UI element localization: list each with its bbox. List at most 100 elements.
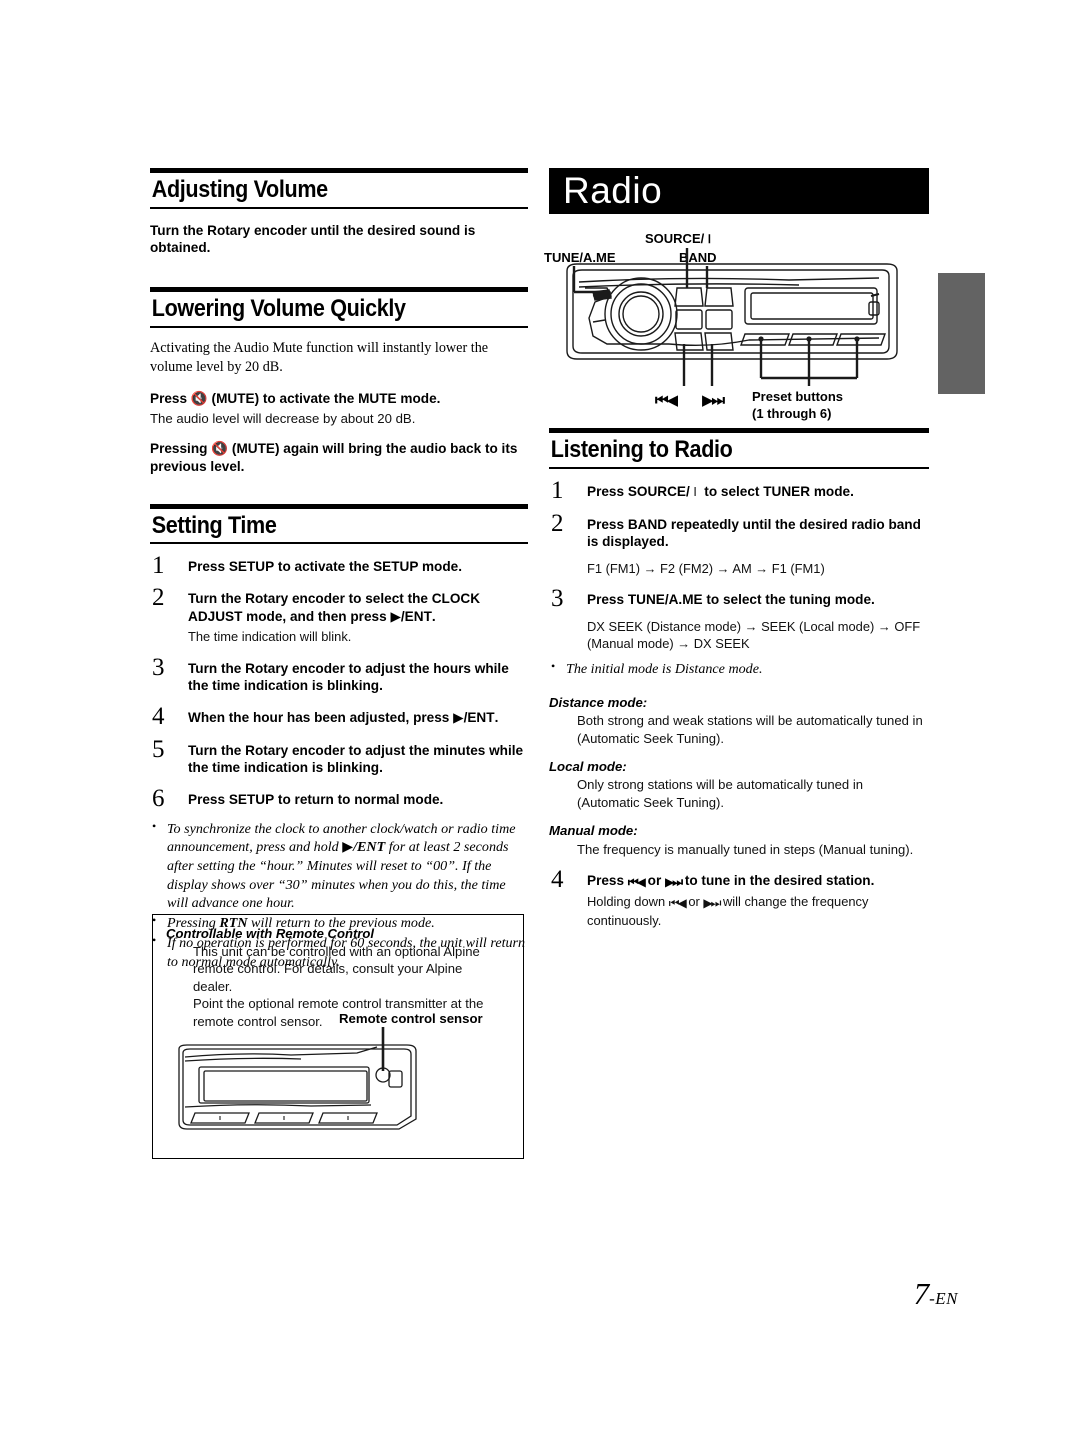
step-text-pre: Press bbox=[188, 559, 229, 575]
remote-box-body-1: This unit can be controlled with an opti… bbox=[193, 944, 480, 994]
step-heading: Press BAND repeatedly until the desired … bbox=[587, 516, 929, 551]
remote-sensor-label: Remote control sensor bbox=[339, 1011, 483, 1026]
heading-text: Lowering Volume Quickly bbox=[151, 294, 406, 322]
step-number: 1 bbox=[152, 552, 165, 580]
step-text-pre: Press bbox=[587, 873, 628, 889]
step-text-pre: Press bbox=[587, 483, 628, 499]
press-again-prefix: Pressing bbox=[150, 440, 212, 456]
step-text-post: to activate the SETUP mode. bbox=[274, 559, 462, 575]
thumb-index-tab bbox=[938, 273, 985, 394]
play-pause-icon: ▶ bbox=[390, 608, 401, 625]
step-item: 6 Press SETUP to return to normal mode. bbox=[150, 786, 528, 811]
step-text-post-2: . bbox=[431, 608, 436, 624]
step-text-post: to select the tuning mode. bbox=[702, 592, 875, 608]
manual-page: Adjusting Volume Turn the Rotary encoder… bbox=[0, 0, 1080, 1445]
next-track-icon: ▶⏭ bbox=[703, 895, 721, 910]
press-mute-again-instruction: Pressing 🔇 (MUTE) again will bring the a… bbox=[150, 440, 528, 476]
step-heading: Press SETUP to activate the SETUP mode. bbox=[188, 558, 528, 576]
left-column: Adjusting Volume Turn the Rotary encoder… bbox=[150, 168, 528, 987]
step-text-pre: Press bbox=[188, 791, 229, 807]
step-keyword: BAND bbox=[627, 516, 668, 532]
mode-body: Both strong and weak stations will be au… bbox=[577, 713, 923, 746]
step-heading: Press TUNE/A.ME to select the tuning mod… bbox=[587, 591, 929, 609]
lowering-volume-intro: Activating the Audio Mute function will … bbox=[150, 339, 489, 375]
heading-text: Listening to Radio bbox=[550, 436, 733, 463]
step-keyword: SOURCE/ bbox=[627, 483, 690, 499]
step-number: 4 bbox=[152, 702, 165, 730]
step-item: 2 Turn the Rotary encoder to select the … bbox=[150, 585, 528, 645]
step-text-post: to return to normal mode. bbox=[274, 791, 444, 807]
step-text-pre: Turn the bbox=[188, 742, 246, 758]
page-number-value: 7 bbox=[913, 1276, 930, 1311]
heading-text: Setting Time bbox=[151, 511, 277, 539]
step-item: 4 Press ⏮◀ or ▶⏭ to tune in the desired … bbox=[549, 867, 929, 928]
step-text-pre: When the hour has been adjusted, press bbox=[188, 709, 454, 725]
play-pause-icon: ▶ bbox=[453, 709, 464, 726]
sub-text-mid: or bbox=[684, 893, 704, 909]
mode-title: Distance mode: bbox=[549, 694, 648, 710]
step-text-pre: Turn the bbox=[188, 591, 246, 607]
step-heading: When the hour has been adjusted, press ▶… bbox=[188, 709, 528, 728]
section-heading-setting-time: Setting Time bbox=[150, 503, 528, 545]
step-text-pre: Press bbox=[587, 592, 628, 608]
step-number: 1 bbox=[551, 476, 564, 504]
step-keyword: TUNE/A.ME bbox=[627, 592, 703, 608]
step-item: 3 Turn the Rotary encoder to adjust the … bbox=[150, 655, 528, 695]
step-number: 3 bbox=[551, 585, 564, 613]
prev-track-icon: ⏮◀ bbox=[627, 875, 646, 890]
press-mute-key: (MUTE) bbox=[211, 391, 260, 407]
step-number: 3 bbox=[152, 653, 165, 681]
mode-definition: Local mode: Only strong stations will be… bbox=[549, 759, 929, 811]
step-subtext: The time indication will blink. bbox=[188, 629, 352, 645]
step-text-pre: Turn the bbox=[188, 660, 246, 676]
step-heading: Turn the Rotary encoder to adjust the ho… bbox=[188, 660, 528, 695]
step-keyword: SETUP bbox=[228, 791, 275, 807]
step-keyword: Rotary encoder bbox=[245, 742, 345, 758]
step-text-pre: Press bbox=[587, 516, 628, 532]
power-icon: ⏽ bbox=[689, 483, 701, 500]
step-text-mid: or bbox=[643, 873, 666, 889]
step-heading: Press SETUP to return to normal mode. bbox=[188, 791, 528, 809]
mode-definition: Distance mode: Both strong and weak stat… bbox=[549, 695, 929, 747]
mute-speaker-icon: 🔇 bbox=[190, 391, 208, 408]
step-item: 4 When the hour has been adjusted, press… bbox=[150, 704, 528, 729]
next-track-icon: ▶⏭ bbox=[665, 875, 683, 890]
note-item: The initial mode is Distance mode. bbox=[549, 659, 929, 679]
section-heading-adjusting-volume: Adjusting Volume bbox=[150, 168, 528, 209]
instruction-keyword: Rotary encoder bbox=[207, 222, 307, 238]
step-heading: Turn the Rotary encoder to adjust the mi… bbox=[188, 742, 528, 777]
listening-notes: The initial mode is Distance mode. bbox=[549, 659, 929, 679]
press-mute-sub: The audio level will decrease by about 2… bbox=[150, 410, 416, 426]
step-item: 3 Press TUNE/A.ME to select the tuning m… bbox=[549, 586, 929, 653]
page-number: 7-EN bbox=[914, 1276, 958, 1312]
remote-control-note-box: Controllable with Remote Control This un… bbox=[152, 914, 524, 1159]
chapter-title: Radio bbox=[563, 170, 663, 211]
chapter-banner-radio: Radio bbox=[549, 168, 929, 214]
step-number: 5 bbox=[152, 735, 165, 763]
step-item: 1 Press SETUP to activate the SETUP mode… bbox=[150, 553, 528, 578]
mode-title: Manual mode: bbox=[549, 823, 638, 839]
note-keyword: /ENT bbox=[353, 839, 386, 856]
press-again-key: (MUTE) bbox=[231, 440, 280, 456]
step-text-post: to tune in the desired station. bbox=[681, 873, 875, 889]
adjusting-volume-instruction: Turn the Rotary encoder until the desire… bbox=[150, 222, 528, 257]
step-sequence: DX SEEK (Distance mode) → SEEK (Local mo… bbox=[587, 619, 921, 652]
prev-track-icon: ⏮◀ bbox=[668, 895, 687, 910]
step-item: 2 Press BAND repeatedly until the desire… bbox=[549, 511, 929, 578]
step-heading: Turn the Rotary encoder to select the CL… bbox=[188, 590, 528, 626]
step-keyword: Rotary encoder bbox=[245, 591, 345, 607]
step-heading: Press SOURCE/⏽ to select TUNER mode. bbox=[587, 483, 929, 502]
step-heading: Press ⏮◀ or ▶⏭ to tune in the desired st… bbox=[587, 872, 929, 891]
head-unit-front-illustration bbox=[566, 248, 898, 386]
press-mute-prefix: Press bbox=[150, 391, 191, 407]
remote-box-title: Controllable with Remote Control bbox=[166, 926, 375, 941]
step-text-post: to select TUNER mode. bbox=[700, 483, 854, 499]
step-number: 2 bbox=[551, 509, 564, 537]
press-mute-instruction: Press 🔇 (MUTE) to activate the MUTE mode… bbox=[150, 390, 528, 408]
instruction-prefix: Turn the bbox=[150, 222, 208, 238]
step-text-post-2: . bbox=[494, 709, 499, 725]
page-number-lang: -EN bbox=[929, 1289, 958, 1308]
step-keyword-2: /ENT bbox=[463, 709, 495, 725]
note-item: To synchronize the clock to another cloc… bbox=[150, 819, 528, 914]
press-mute-suffix: to activate the MUTE mode. bbox=[259, 391, 441, 407]
